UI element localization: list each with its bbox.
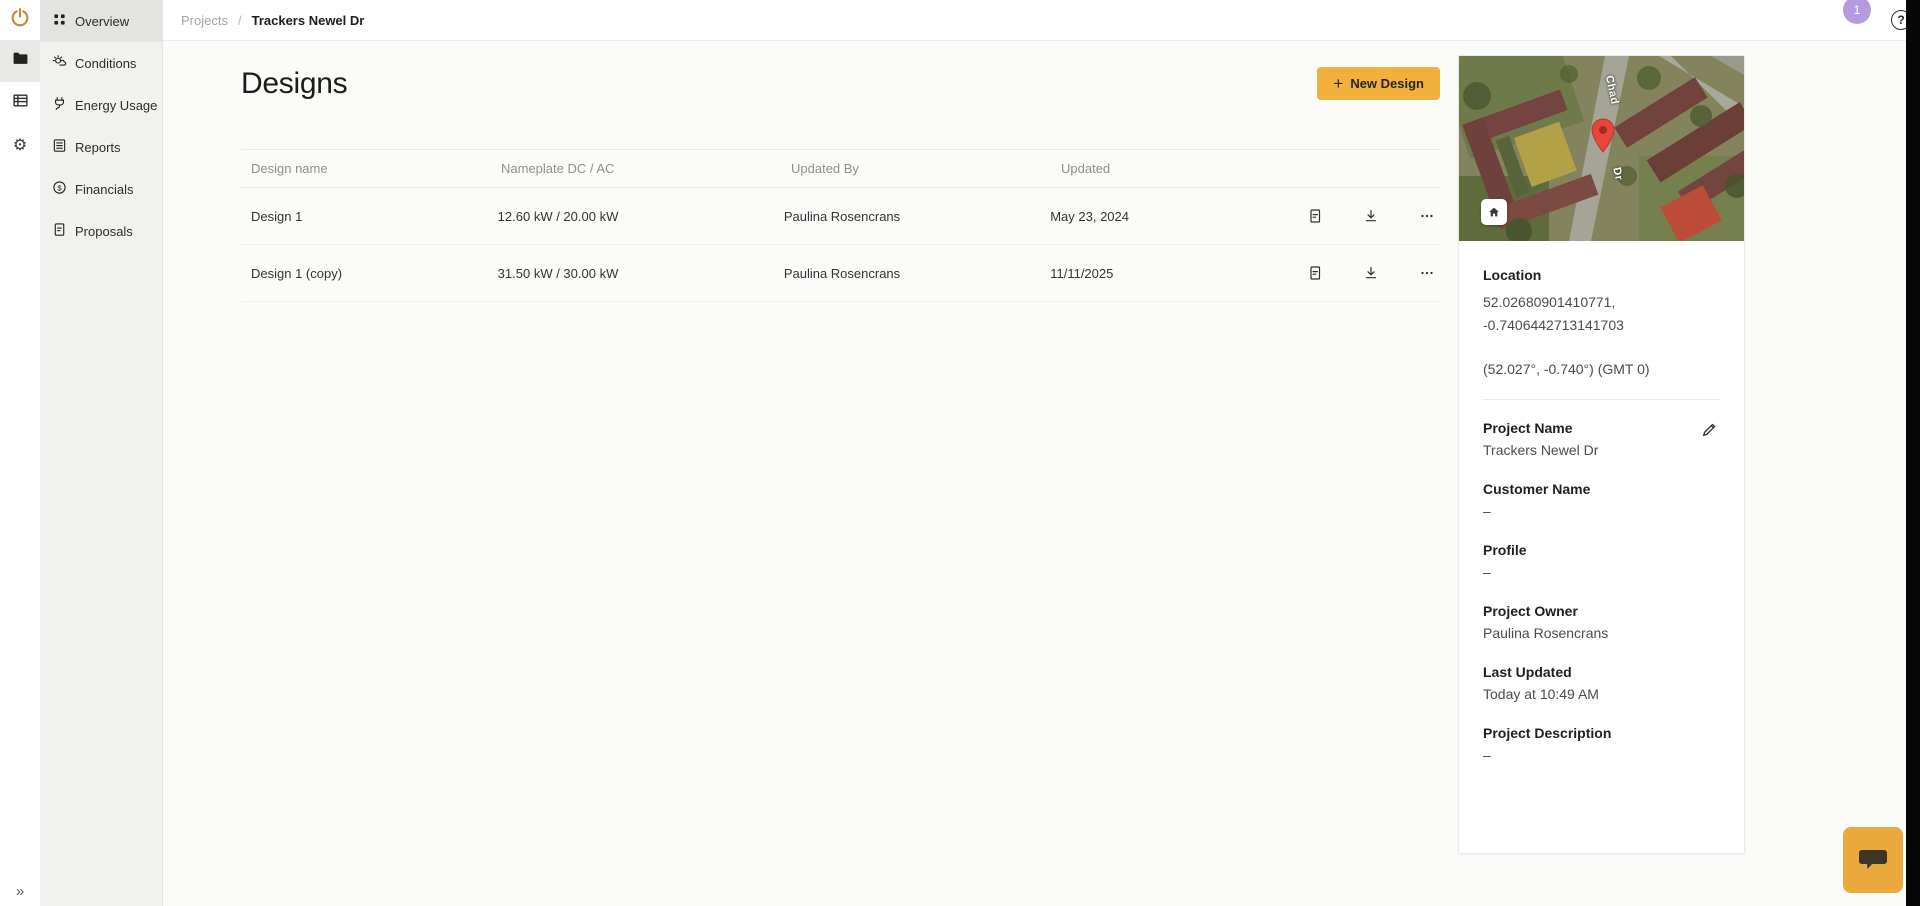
home-icon	[1489, 207, 1499, 217]
more-icon[interactable]	[1414, 260, 1440, 286]
project-name-value: Trackers Newel Dr	[1483, 442, 1599, 458]
breadcrumb-current-project: Trackers Newel Dr	[251, 13, 365, 28]
street-label-bottom: Dr	[1610, 166, 1625, 182]
sidebar-item-label: Proposals	[75, 223, 133, 239]
more-icon[interactable]	[1414, 203, 1440, 229]
sidebar-item-financials[interactable]: $ Financials	[40, 168, 162, 210]
edit-project-button[interactable]	[1696, 416, 1722, 442]
report-file-icon[interactable]	[1302, 260, 1328, 286]
project-sidebar: Overview Conditions Energy Usage Reports…	[40, 0, 163, 906]
sidebar-item-proposals[interactable]: Proposals	[40, 210, 162, 252]
plug-icon	[52, 96, 67, 114]
report-icon	[52, 138, 67, 156]
download-icon[interactable]	[1358, 260, 1384, 286]
gear-icon: ⚙	[12, 135, 28, 154]
nameplate-cell: 31.50 kW / 30.00 kW	[497, 265, 619, 281]
table-header-row: Design name Nameplate DC / AC Updated By…	[241, 150, 1440, 188]
screen-edge-strip	[1906, 0, 1920, 906]
sidebar-item-conditions[interactable]: Conditions	[40, 42, 162, 84]
last-updated-value: Today at 10:49 AM	[1483, 686, 1599, 702]
report-file-icon[interactable]	[1302, 203, 1328, 229]
updated-by-cell: Paulina Rosencrans	[783, 265, 901, 281]
power-logo-icon	[9, 7, 31, 34]
chat-bubble-icon	[1859, 850, 1887, 869]
location-rounded-coordinates: (52.027°, -0.740°) (GMT 0)	[1483, 361, 1650, 377]
location-section: Location 52.02680901410771, -0.740644271…	[1483, 267, 1720, 377]
table-row[interactable]: Design 1 12.60 kW / 20.00 kW Paulina Ros…	[241, 188, 1440, 245]
sidebar-item-label: Conditions	[75, 55, 137, 71]
updated-by-cell: Paulina Rosencrans	[783, 208, 901, 224]
user-avatar[interactable]: 1	[1843, 0, 1871, 24]
last-updated-label: Last Updated	[1483, 664, 1572, 680]
designs-table: Design name Nameplate DC / AC Updated By…	[241, 149, 1440, 302]
project-description-value: –	[1483, 747, 1491, 763]
location-coordinates-line2: -0.7406442713141703	[1483, 317, 1624, 333]
rail-item-tables[interactable]	[0, 82, 40, 124]
folder-icon	[12, 50, 29, 72]
design-name-cell[interactable]: Design 1 (copy)	[241, 266, 498, 281]
nameplate-cell: 12.60 kW / 20.00 kW	[497, 208, 619, 224]
column-header-updated: Updated	[1061, 161, 1111, 176]
customer-name-label: Customer Name	[1483, 481, 1591, 497]
pencil-icon	[1702, 423, 1715, 436]
sidebar-item-overview[interactable]: Overview	[40, 0, 162, 42]
project-owner-value: Paulina Rosencrans	[1483, 625, 1609, 641]
profile-value: –	[1483, 564, 1491, 580]
page-title: Designs	[241, 67, 348, 100]
grid-icon	[52, 12, 67, 30]
updated-cell: May 23, 2024	[1050, 208, 1129, 224]
rail-item-settings[interactable]: ⚙	[0, 124, 40, 166]
map-pin-icon	[1591, 118, 1615, 153]
new-design-button[interactable]: + New Design	[1317, 67, 1440, 100]
top-bar: Projects / Trackers Newel Dr 1 ?	[163, 0, 1920, 41]
column-header-updated-by: Updated By	[791, 161, 859, 176]
project-map[interactable]: Chad Dr	[1459, 56, 1744, 241]
chat-widget-button[interactable]	[1843, 827, 1903, 893]
plus-icon: +	[1333, 74, 1344, 93]
sidebar-item-reports[interactable]: Reports	[40, 126, 162, 168]
svg-text:$: $	[57, 183, 62, 192]
sidebar-item-label: Reports	[75, 139, 121, 155]
rail-item-projects[interactable]	[0, 40, 40, 82]
customer-name-value: –	[1483, 503, 1491, 519]
main-content: Designs + New Design Design name Namepla…	[163, 41, 1458, 906]
sidebar-item-label: Overview	[75, 13, 130, 29]
sidebar-expand-button[interactable]: »	[0, 883, 40, 900]
table-row[interactable]: Design 1 (copy) 31.50 kW / 30.00 kW Paul…	[241, 245, 1440, 302]
new-design-button-label: New Design	[1350, 76, 1424, 91]
project-name-field: Project Name Trackers Newel Dr	[1483, 420, 1720, 458]
project-owner-field: Project Owner Paulina Rosencrans	[1483, 603, 1720, 641]
project-description-label: Project Description	[1483, 725, 1612, 741]
column-header-nameplate: Nameplate DC / AC	[501, 161, 615, 176]
project-name-label: Project Name	[1483, 420, 1573, 436]
last-updated-field: Last Updated Today at 10:49 AM	[1483, 664, 1720, 702]
design-name-cell[interactable]: Design 1	[241, 209, 498, 224]
download-icon[interactable]	[1358, 203, 1384, 229]
app-logo[interactable]	[0, 0, 40, 40]
project-details-panel: Chad Dr Location 52.02680901410771, -0.7…	[1458, 55, 1745, 854]
breadcrumb: Projects / Trackers Newel Dr	[181, 0, 364, 41]
sidebar-item-energy-usage[interactable]: Energy Usage	[40, 84, 162, 126]
dollar-circle-icon: $	[52, 180, 67, 198]
icon-rail: ⚙ »	[0, 0, 40, 906]
breadcrumb-separator: /	[237, 13, 242, 28]
column-header-design-name: Design name	[251, 161, 328, 176]
location-label: Location	[1483, 267, 1542, 283]
project-description-field: Project Description –	[1483, 725, 1720, 763]
map-home-button[interactable]	[1481, 199, 1507, 225]
sidebar-item-label: Financials	[75, 181, 134, 197]
table-icon	[12, 92, 29, 114]
document-icon	[52, 222, 67, 240]
location-coordinates-line1: 52.02680901410771,	[1483, 294, 1616, 310]
sun-cloud-icon	[52, 54, 67, 72]
profile-label: Profile	[1483, 542, 1527, 558]
panel-divider	[1483, 399, 1720, 400]
customer-name-field: Customer Name –	[1483, 481, 1720, 519]
project-owner-label: Project Owner	[1483, 603, 1578, 619]
updated-cell: 11/11/2025	[1050, 265, 1114, 281]
profile-field: Profile –	[1483, 542, 1720, 580]
breadcrumb-projects-link[interactable]: Projects	[181, 13, 228, 28]
sidebar-item-label: Energy Usage	[75, 97, 158, 113]
